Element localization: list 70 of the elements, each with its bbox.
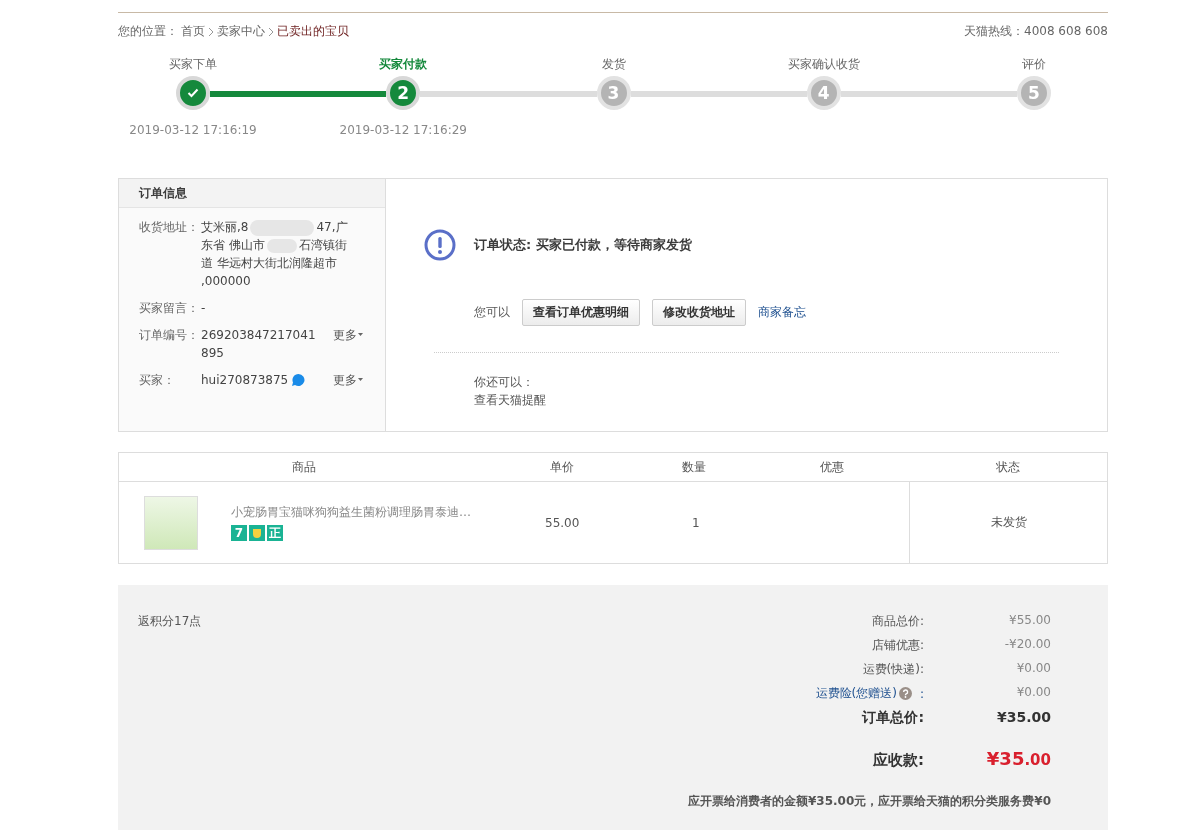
step-number: 5 <box>1028 83 1040 103</box>
step-number: 4 <box>817 83 830 103</box>
chevron-icon <box>268 26 274 37</box>
invoice-note: 应开票给消费者的金额¥35.00元，应开票给天猫的积分类服务费¥0 <box>688 793 1051 810</box>
summary-label: 订单总价: <box>860 709 924 727</box>
reminder-link[interactable]: 查看天猫提醒 <box>474 391 1059 409</box>
chevron-icon <box>208 26 214 37</box>
column-header: 优惠 <box>818 458 845 476</box>
step-label: 发货 <box>601 56 626 73</box>
chat-bubble-icon[interactable] <box>291 373 307 387</box>
service-tag: 正 <box>267 525 283 541</box>
step-label: 买家确认收货 <box>787 56 860 73</box>
more-dropdown[interactable]: 更多 <box>333 371 363 389</box>
summary-value: -¥20.00 <box>1003 637 1051 653</box>
table-cell-text: 55.00 <box>544 515 581 530</box>
buyer-name: hui270873875 <box>201 372 289 389</box>
column-header: 数量 <box>681 458 707 476</box>
checkmark-icon <box>187 88 199 98</box>
breadcrumb-link[interactable]: 首页 <box>181 23 205 40</box>
summary-label: 运费(快递): <box>861 661 924 678</box>
order-status-text: 订单状态: 买家已付款，等待商家发货 <box>474 236 692 254</box>
action-button[interactable]: 查看订单优惠明细 <box>522 299 640 326</box>
column-header: 商品 <box>291 458 317 476</box>
caret-icon <box>358 333 363 337</box>
amount-due-value: ¥35.00 <box>985 748 1051 769</box>
step-number: 2 <box>397 83 410 103</box>
service-tag: 7 <box>231 525 247 541</box>
column-header: 状态 <box>995 458 1021 476</box>
summary-value: ¥0.00 <box>1015 661 1051 677</box>
hotline-text: 天猫热线：4008 608 608 <box>964 23 1108 40</box>
step-label: 买家下单 <box>169 56 217 73</box>
help-icon[interactable] <box>898 687 912 700</box>
step-label: 评价 <box>1022 56 1046 73</box>
field-label: 收货地址： <box>139 219 200 236</box>
summary-value: ¥55.00 <box>1008 613 1051 629</box>
table-cell-text: 1 <box>691 515 701 530</box>
field-label: 订单编号： <box>139 327 200 344</box>
action-button[interactable]: 修改收货地址 <box>652 299 746 326</box>
column-header: 单价 <box>548 458 575 476</box>
address-text: 艾米丽,8 47,广东省 佛山市 石湾镇街道 华远村大街北润隆超市 ,000000 <box>201 218 349 290</box>
summary-value: ¥0.00 <box>1015 685 1051 701</box>
step-number: 3 <box>607 83 620 103</box>
panel-title: 订单信息 <box>139 184 187 202</box>
insurance-link[interactable]: 运费险(您赠送) <box>815 685 897 702</box>
colon-text: : <box>919 686 924 701</box>
breadcrumb-prefix: 您的位置： <box>118 23 178 40</box>
points-text: 返积分17点 <box>138 613 202 630</box>
order-number: 269203847217041895 <box>201 327 317 362</box>
amount-due-label: 应收款: <box>872 751 924 770</box>
shield-badge-icon <box>249 525 265 541</box>
field-value: - <box>201 300 207 317</box>
more-dropdown[interactable]: 更多 <box>333 326 363 344</box>
memo-link[interactable]: 商家备忘 <box>758 304 806 321</box>
step-label: 买家付款 <box>379 56 428 73</box>
product-name-link[interactable]: 小宠肠胃宝猫咪狗狗益生菌粉调理肠胃泰迪… <box>231 504 471 521</box>
summary-value: ¥35.00 <box>995 709 1051 727</box>
step-time: 2019-03-12 17:16:29 <box>339 123 467 137</box>
summary-label: 商品总价: <box>870 613 924 630</box>
field-label: 买家留言： <box>139 300 200 317</box>
alert-icon <box>424 229 456 261</box>
breadcrumb-link[interactable]: 卖家中心 <box>217 23 265 40</box>
extra-label: 你还可以： <box>474 374 535 391</box>
step-time: 2019-03-12 17:16:19 <box>129 123 257 137</box>
caret-icon <box>358 378 363 382</box>
table-cell: 未发货 <box>909 482 1107 563</box>
product-photo-placeholder <box>144 495 198 550</box>
field-label: 买家： <box>139 372 176 389</box>
breadcrumb-link[interactable]: 已卖出的宝贝 <box>277 23 349 40</box>
actions-label: 您可以 <box>474 304 510 321</box>
summary-label: 店铺优惠: <box>870 637 924 654</box>
